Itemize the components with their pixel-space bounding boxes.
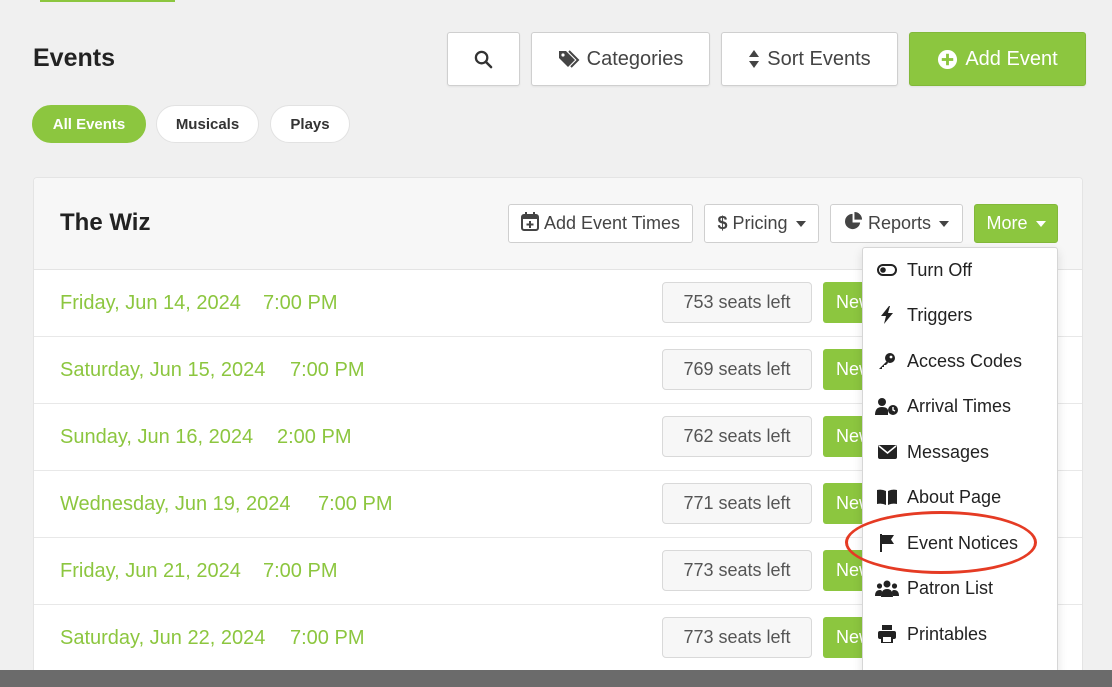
- calendar-plus-icon: [520, 211, 539, 236]
- sort-events-button[interactable]: Sort Events: [721, 32, 898, 86]
- menu-item-label: Turn Off: [907, 259, 973, 280]
- seats-left-badge: 762 seats left: [662, 416, 812, 457]
- seats-left-badge: 771 seats left: [662, 483, 812, 524]
- toggle-icon: [875, 264, 899, 276]
- search-button[interactable]: [447, 32, 520, 86]
- menu-item-turn-off[interactable]: Turn Off: [863, 250, 1057, 290]
- users-icon: [875, 580, 899, 597]
- menu-item-messages[interactable]: Messages: [863, 432, 1057, 472]
- add-event-button[interactable]: Add Event: [909, 32, 1086, 86]
- search-icon: [474, 50, 493, 69]
- menu-item-label: Arrival Times: [907, 395, 1012, 416]
- row-date: Saturday, Jun 22, 2024: [60, 627, 266, 649]
- top-accent-line: [40, 0, 175, 2]
- reports-dropdown[interactable]: Reports: [830, 204, 963, 243]
- row-time: 7:00 PM: [290, 627, 365, 649]
- row-time: 7:00 PM: [318, 493, 393, 515]
- add-event-label: Add Event: [965, 47, 1058, 70]
- reports-label: Reports: [867, 213, 932, 233]
- pricing-label: Pricing: [732, 213, 788, 233]
- plus-circle-icon: [937, 49, 958, 70]
- sort-icon: [748, 49, 760, 69]
- menu-item-label: Event Notices: [907, 532, 1019, 553]
- row-date: Wednesday, Jun 19, 2024: [60, 493, 291, 515]
- row-time: 7:00 PM: [263, 560, 338, 582]
- pricing-dropdown[interactable]: $ Pricing: [704, 204, 819, 243]
- page-title: Events: [33, 44, 115, 72]
- row-time: 7:00 PM: [263, 292, 338, 314]
- menu-item-label: Access Codes: [907, 350, 1023, 371]
- more-dropdown-menu: Turn Off Triggers Access Codes Arrival T…: [862, 247, 1058, 687]
- row-date: Friday, Jun 14, 2024: [60, 292, 241, 314]
- chevron-down-icon: [939, 220, 950, 227]
- menu-item-about-page[interactable]: About Page: [863, 477, 1057, 517]
- menu-item-label: Printables: [907, 623, 988, 644]
- menu-item-label: Messages: [907, 441, 990, 462]
- add-event-times-button[interactable]: Add Event Times: [508, 204, 693, 243]
- row-date: Saturday, Jun 15, 2024: [60, 359, 266, 381]
- more-label: More: [986, 213, 1028, 233]
- chevron-down-icon: [1035, 220, 1046, 227]
- menu-item-patron-list[interactable]: Patron List: [863, 568, 1057, 608]
- seats-left-badge: 773 seats left: [662, 550, 812, 591]
- add-event-times-label: Add Event Times: [543, 213, 681, 233]
- book-icon: [875, 489, 899, 505]
- menu-item-label: Triggers: [907, 304, 973, 325]
- dollar-icon: $: [717, 213, 728, 233]
- seats-left-badge: 773 seats left: [662, 617, 812, 658]
- sort-events-label: Sort Events: [767, 47, 871, 70]
- row-date: Friday, Jun 21, 2024: [60, 560, 241, 582]
- flag-icon: [875, 534, 899, 552]
- row-time: 7:00 PM: [290, 359, 365, 381]
- filter-all-events[interactable]: All Events: [32, 105, 146, 143]
- menu-item-arrival-times[interactable]: Arrival Times: [863, 386, 1057, 426]
- menu-item-event-notices[interactable]: Event Notices: [863, 523, 1057, 563]
- filter-musicals[interactable]: Musicals: [156, 105, 259, 143]
- user-clock-icon: [875, 397, 899, 415]
- menu-item-printables[interactable]: Printables: [863, 614, 1057, 654]
- bottom-bar: [0, 670, 1112, 687]
- menu-item-label: Patron List: [907, 577, 994, 598]
- printer-icon: [875, 625, 899, 643]
- row-time: 2:00 PM: [277, 426, 352, 448]
- menu-item-triggers[interactable]: Triggers: [863, 295, 1057, 335]
- event-title: The Wiz: [60, 209, 151, 236]
- tags-icon: [558, 49, 580, 69]
- envelope-icon: [875, 445, 899, 459]
- categories-button[interactable]: Categories: [531, 32, 710, 86]
- chevron-down-icon: [795, 220, 806, 227]
- row-date: Sunday, Jun 16, 2024: [60, 426, 254, 448]
- seats-left-badge: 769 seats left: [662, 349, 812, 390]
- bolt-icon: [875, 306, 899, 324]
- categories-label: Categories: [586, 47, 684, 70]
- more-dropdown[interactable]: More: [974, 204, 1058, 243]
- pie-chart-icon: [844, 211, 863, 236]
- key-icon: [875, 352, 899, 370]
- menu-item-label: About Page: [907, 486, 1002, 507]
- seats-left-badge: 753 seats left: [662, 282, 812, 323]
- filter-plays[interactable]: Plays: [270, 105, 350, 143]
- menu-item-access-codes[interactable]: Access Codes: [863, 341, 1057, 381]
